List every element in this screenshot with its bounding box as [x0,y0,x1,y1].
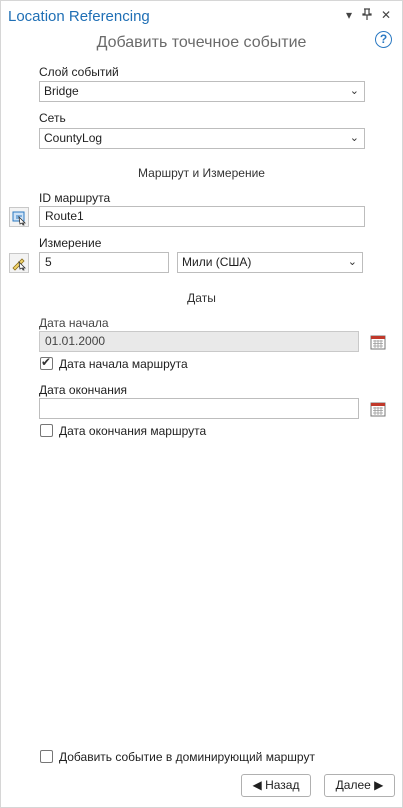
measure-label: Измерение [39,236,102,250]
end-route-date-label: Дата окончания маршрута [59,424,207,438]
event-layer-value: Bridge [44,84,79,98]
start-date-input: 01.01.2000 [39,331,359,352]
network-value: CountyLog [44,131,103,145]
start-date-label: Дата начала [39,316,109,330]
measure-pick-tool-button[interactable] [9,253,29,273]
units-value: Мили (США) [182,255,252,269]
route-id-input[interactable]: Route1 [39,206,365,227]
calendar-icon[interactable] [370,334,386,350]
start-route-date-checkbox[interactable]: ✔ [40,355,53,370]
chevron-down-icon: ⌄ [349,85,359,97]
page-subtitle: Добавить точечное событие [96,34,307,51]
select-route-tool-button[interactable] [9,207,29,227]
back-button[interactable]: ◀ Назад [241,774,311,797]
start-route-date-label: Дата начала маршрута [59,357,188,371]
next-button[interactable]: Далее ▶ [324,774,395,797]
dates-section-title: Даты [187,291,216,305]
route-id-label: ID маршрута [39,191,111,205]
chevron-down-icon: ⌄ [349,132,359,144]
end-route-date-checkbox[interactable] [40,424,53,437]
help-icon[interactable]: ? [375,31,392,48]
checkmark-icon: ✔ [41,355,52,369]
pane-menu-icon[interactable]: ▾ [346,8,352,22]
event-layer-label: Слой событий [39,65,119,79]
units-select[interactable]: Мили (США) ⌄ [177,252,363,273]
end-date-input[interactable] [39,398,359,419]
network-select[interactable]: CountyLog ⌄ [39,128,365,149]
measure-input[interactable]: 5 [39,252,169,273]
pin-icon[interactable] [362,8,372,22]
dominant-route-label: Добавить событие в доминирующий маршрут [59,750,315,764]
event-layer-select[interactable]: Bridge ⌄ [39,81,365,102]
end-date-label: Дата окончания [39,383,128,397]
dominant-route-checkbox[interactable] [40,750,53,763]
chevron-down-icon: ⌄ [347,256,357,268]
calendar-icon[interactable] [370,401,386,417]
pane-title: Location Referencing [8,8,150,25]
close-icon[interactable]: ✕ [381,8,391,22]
route-measure-section-title: Маршрут и Измерение [138,166,265,180]
network-label: Сеть [39,111,66,125]
